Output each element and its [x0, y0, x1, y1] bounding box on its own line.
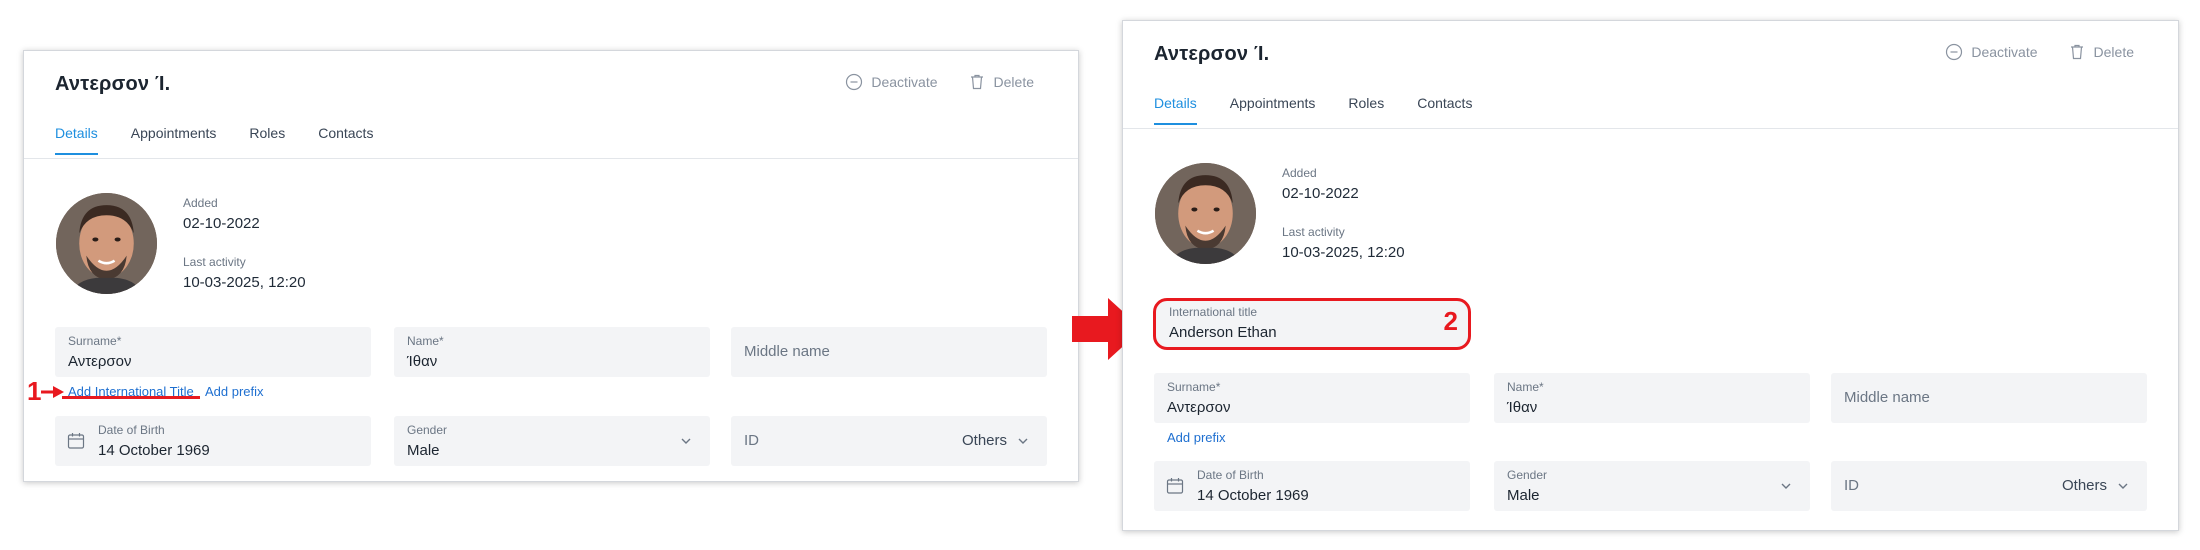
- id-type-select[interactable]: Others: [2062, 477, 2107, 494]
- page-title: Αντερσον Ί.: [55, 73, 171, 95]
- added-value: 02-10-2022: [183, 215, 260, 232]
- name-field[interactable]: Name* Ίθαν: [394, 327, 710, 377]
- page-title: Αντερσον Ί.: [1154, 43, 1270, 65]
- last-activity-label: Last activity: [183, 255, 246, 269]
- tab-contacts[interactable]: Contacts: [318, 125, 373, 155]
- avatar: [1155, 163, 1256, 264]
- delete-label: Delete: [2093, 44, 2134, 60]
- tab-appointments[interactable]: Appointments: [131, 125, 217, 155]
- id-type-select[interactable]: Others: [962, 432, 1007, 449]
- added-value: 02-10-2022: [1282, 185, 1359, 202]
- minus-circle-icon: [846, 73, 863, 91]
- international-title-value: Anderson Ethan: [1169, 324, 1277, 341]
- chevron-down-icon: [1018, 438, 1028, 444]
- dob-label: Date of Birth: [98, 423, 165, 437]
- pointer-arrow-icon: [41, 386, 64, 398]
- deactivate-button[interactable]: Deactivate: [1945, 43, 2038, 61]
- surname-label: Surname*: [68, 334, 122, 348]
- chevron-down-icon: [681, 438, 691, 444]
- dob-value: 14 October 1969: [1197, 487, 1309, 504]
- tab-divider: [24, 158, 1078, 159]
- delete-button[interactable]: Delete: [2068, 43, 2134, 61]
- dob-label: Date of Birth: [1197, 468, 1264, 482]
- name-label: Name*: [1507, 380, 1544, 394]
- step-number-2: 2: [1443, 306, 1458, 336]
- dob-value: 14 October 1969: [98, 442, 210, 459]
- deactivate-label: Deactivate: [1971, 44, 2038, 60]
- deactivate-button[interactable]: Deactivate: [845, 73, 938, 91]
- id-field[interactable]: ID Others: [731, 416, 1047, 466]
- tab-contacts[interactable]: Contacts: [1417, 95, 1472, 125]
- gender-value: Male: [1507, 487, 1540, 504]
- surname-field[interactable]: Surname* Αντερσον: [1154, 373, 1470, 423]
- middle-name-field[interactable]: Middle name: [1831, 373, 2147, 423]
- international-title-field[interactable]: International title Anderson Ethan 2: [1153, 298, 1471, 350]
- calendar-icon: [1166, 478, 1184, 494]
- tab-details[interactable]: Details: [55, 125, 98, 155]
- tab-details[interactable]: Details: [1154, 95, 1197, 125]
- chevron-down-icon: [2118, 483, 2128, 489]
- last-activity-value: 10-03-2025, 12:20: [183, 274, 306, 291]
- tab-bar: Details Appointments Roles Contacts: [55, 125, 373, 155]
- chevron-down-icon: [1781, 483, 1791, 489]
- tab-bar: Details Appointments Roles Contacts: [1154, 95, 1472, 125]
- name-field[interactable]: Name* Ίθαν: [1494, 373, 1810, 423]
- tutorial-stage: Αντερσον Ί. Deactivate Delete Details Ap…: [0, 0, 2200, 550]
- profile-card-before: Αντερσον Ί. Deactivate Delete Details Ap…: [23, 50, 1079, 482]
- middle-name-field[interactable]: Middle name: [731, 327, 1047, 377]
- gender-select[interactable]: Gender Male: [394, 416, 710, 466]
- avatar: [56, 193, 157, 294]
- gender-label: Gender: [1507, 468, 1548, 482]
- tab-roles[interactable]: Roles: [1348, 95, 1384, 125]
- date-of-birth-field[interactable]: Date of Birth 14 October 1969: [55, 416, 371, 466]
- profile-card-after: Αντερσον Ί. Deactivate Delete Details Ap…: [1122, 20, 2179, 531]
- add-prefix-link[interactable]: Add prefix: [205, 384, 264, 399]
- add-prefix-link[interactable]: Add prefix: [1167, 430, 1226, 445]
- id-field[interactable]: ID Others: [1831, 461, 2147, 511]
- gender-label: Gender: [407, 423, 448, 437]
- minus-circle-icon: [1946, 43, 1963, 61]
- header-actions: Deactivate Delete: [845, 73, 1034, 91]
- gender-select[interactable]: Gender Male: [1494, 461, 1810, 511]
- id-label: ID: [744, 432, 759, 449]
- trash-icon: [970, 74, 983, 90]
- gender-value: Male: [407, 442, 440, 459]
- person-photo-icon: [56, 193, 157, 294]
- delete-label: Delete: [993, 74, 1034, 90]
- added-label: Added: [1282, 166, 1317, 180]
- surname-value: Αντερσον: [68, 353, 132, 370]
- middle-name-placeholder: Middle name: [744, 343, 830, 360]
- surname-value: Αντερσον: [1167, 399, 1231, 416]
- added-label: Added: [183, 196, 218, 210]
- tab-divider: [1123, 128, 2178, 129]
- middle-name-placeholder: Middle name: [1844, 389, 1930, 406]
- name-value: Ίθαν: [1507, 399, 1538, 416]
- person-photo-icon: [1155, 163, 1256, 264]
- tab-roles[interactable]: Roles: [249, 125, 285, 155]
- tab-appointments[interactable]: Appointments: [1230, 95, 1316, 125]
- date-of-birth-field[interactable]: Date of Birth 14 October 1969: [1154, 461, 1470, 511]
- trash-icon: [2070, 44, 2083, 60]
- id-label: ID: [1844, 477, 1859, 494]
- highlight-underline: [62, 396, 200, 399]
- last-activity-value: 10-03-2025, 12:20: [1282, 244, 1405, 261]
- international-title-label: International title: [1169, 305, 1258, 319]
- last-activity-label: Last activity: [1282, 225, 1345, 239]
- delete-button[interactable]: Delete: [968, 73, 1034, 91]
- surname-label: Surname*: [1167, 380, 1221, 394]
- surname-field[interactable]: Surname* Αντερσον: [55, 327, 371, 377]
- deactivate-label: Deactivate: [871, 74, 938, 90]
- name-value: Ίθαν: [407, 353, 438, 370]
- header-actions: Deactivate Delete: [1945, 43, 2134, 61]
- name-label: Name*: [407, 334, 444, 348]
- calendar-icon: [67, 433, 85, 449]
